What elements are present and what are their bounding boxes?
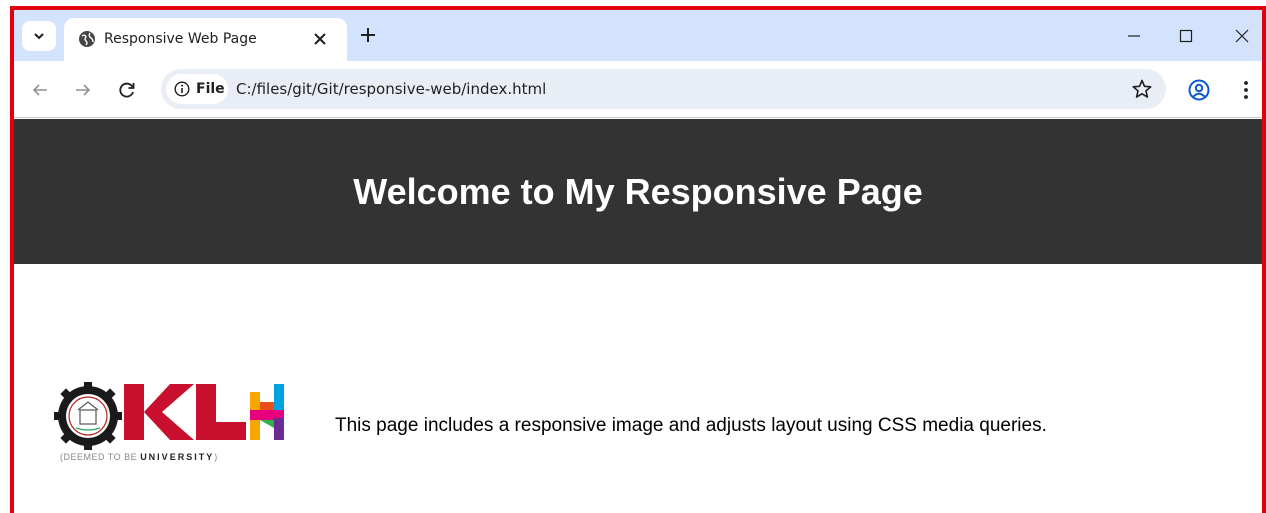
- browser-toolbar: File C:/files/git/Git/responsive-web/ind…: [14, 61, 1262, 118]
- back-button[interactable]: [29, 79, 51, 101]
- minimize-button[interactable]: [1122, 24, 1146, 48]
- reload-button[interactable]: [116, 79, 138, 101]
- arrow-right-icon: [76, 84, 91, 96]
- more-menu-icon[interactable]: [1234, 78, 1258, 102]
- site-info-chip[interactable]: File: [166, 74, 228, 104]
- window-close-button[interactable]: [1230, 24, 1254, 48]
- close-icon[interactable]: [311, 30, 329, 48]
- maximize-button[interactable]: [1174, 24, 1198, 48]
- university-logo: (DEEMED TO BE UNIVERSITY): [54, 382, 294, 466]
- star-icon[interactable]: [1131, 78, 1153, 100]
- content-paragraph: This page includes a responsive image an…: [335, 415, 1047, 436]
- logo-letter-k: [124, 384, 194, 440]
- page-header: Welcome to My Responsive Page: [14, 119, 1262, 264]
- maximize-icon: [1179, 29, 1193, 43]
- globe-icon: [79, 31, 95, 47]
- page-title: Welcome to My Responsive Page: [353, 170, 923, 212]
- browser-window: Responsive Web Page File C:/files/git/Gi…: [10, 6, 1266, 513]
- logo-letter-l: [196, 384, 246, 440]
- logo-image: [54, 382, 284, 450]
- tab-title: Responsive Web Page: [104, 31, 257, 47]
- info-icon: [174, 81, 190, 97]
- logo-letter-h: [250, 384, 284, 440]
- reload-icon: [119, 82, 135, 98]
- tab-active[interactable]: Responsive Web Page: [64, 18, 347, 61]
- plus-icon[interactable]: [359, 26, 377, 44]
- tab-search-button[interactable]: [22, 21, 56, 51]
- forward-button[interactable]: [72, 79, 94, 101]
- arrow-left-icon: [32, 84, 47, 96]
- seal-emblem: [54, 382, 122, 450]
- chevron-down-icon: [34, 33, 44, 40]
- url-text[interactable]: C:/files/git/Git/responsive-web/index.ht…: [236, 80, 546, 98]
- address-bar[interactable]: File C:/files/git/Git/responsive-web/ind…: [161, 69, 1166, 109]
- site-chip-label: File: [196, 81, 225, 97]
- profile-icon[interactable]: [1187, 78, 1211, 102]
- close-icon: [1235, 29, 1249, 43]
- content-section: (DEEMED TO BE UNIVERSITY) This page incl…: [14, 264, 1262, 513]
- logo-caption: (DEEMED TO BE UNIVERSITY): [60, 452, 218, 462]
- minimize-icon: [1128, 35, 1140, 37]
- tab-strip: Responsive Web Page: [14, 10, 1262, 61]
